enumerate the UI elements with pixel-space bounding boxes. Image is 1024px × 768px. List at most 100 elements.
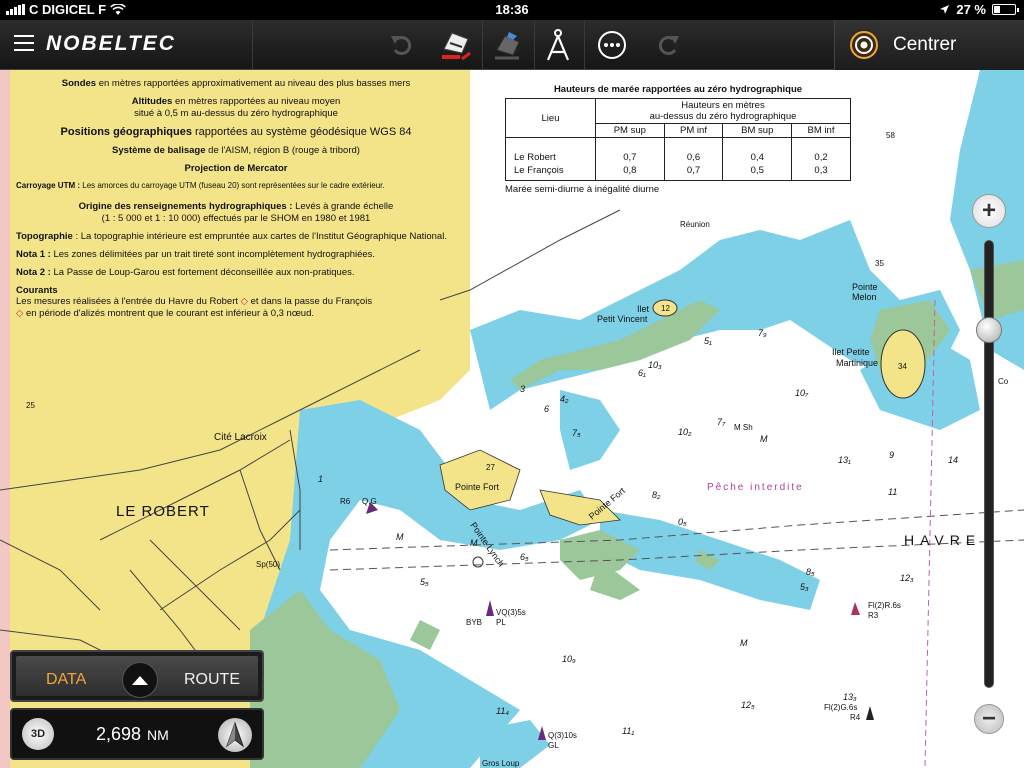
depth-sounding: 12₃ bbox=[900, 573, 914, 583]
depth-sounding: 6₅ bbox=[520, 552, 529, 562]
label-reunion: Réunion bbox=[680, 220, 710, 229]
boat-icon bbox=[495, 32, 520, 60]
minus-icon: − bbox=[981, 705, 996, 732]
zoom-in-button[interactable]: + bbox=[972, 194, 1006, 228]
label-sh: M Sh bbox=[734, 423, 753, 432]
label-cite-lacroix: Cité Lacroix bbox=[214, 432, 267, 443]
redo-button[interactable] bbox=[648, 26, 688, 64]
label-light-q3: Q(3)10s bbox=[548, 731, 577, 740]
view-3d-button[interactable]: 3D bbox=[22, 718, 54, 750]
center-button[interactable]: Centrer bbox=[834, 20, 1024, 70]
label-pl: PL bbox=[496, 618, 506, 627]
label-25: 25 bbox=[26, 401, 35, 410]
depth-sounding: 5₃ bbox=[800, 582, 809, 592]
label-sp50: Sp(50) bbox=[256, 560, 280, 569]
brand-logo: NOBELTEC bbox=[46, 32, 176, 55]
label-peche-interdite: Pêche interdite bbox=[707, 482, 804, 493]
tide-header-cell: BM inf bbox=[791, 123, 851, 138]
distance-readout: 2,698 NM bbox=[96, 724, 169, 745]
data-route-panel: DATA ROUTE bbox=[10, 650, 264, 702]
tide-header-cell: PM sup bbox=[595, 123, 665, 138]
tide-value: 0,7 bbox=[663, 164, 724, 181]
zoom-slider-thumb[interactable] bbox=[976, 316, 1002, 343]
battery-group: 27 % bbox=[939, 2, 1019, 17]
route-tab[interactable]: ROUTE bbox=[184, 671, 240, 689]
divider-tool-button[interactable] bbox=[538, 26, 578, 64]
data-tab[interactable]: DATA bbox=[46, 671, 86, 689]
label-35: 35 bbox=[875, 259, 884, 268]
tide-header-cell: BM sup bbox=[722, 123, 793, 138]
depth-sounding: 5₅ bbox=[420, 577, 429, 587]
menu-button[interactable] bbox=[14, 35, 34, 53]
expand-panel-button[interactable] bbox=[122, 662, 158, 698]
tide-value: 0,2 bbox=[791, 137, 851, 164]
tide-row: Le Robert 0,7 0,6 0,4 0,2 bbox=[505, 137, 851, 164]
tide-header-cell: PM inf bbox=[663, 123, 724, 138]
label-petit-vincent: Petit Vincent bbox=[597, 314, 648, 324]
label-light-gl: GL bbox=[548, 741, 559, 750]
depth-sounding: M bbox=[760, 434, 768, 444]
label-le-robert: LE ROBERT bbox=[116, 503, 210, 520]
tide-value: 0,7 bbox=[595, 137, 665, 164]
battery-icon bbox=[992, 4, 1019, 15]
depth-sounding: 14 bbox=[948, 455, 958, 465]
depth-sounding: 13₃ bbox=[843, 692, 857, 702]
tide-table: Hauteurs de marée rapportées au zéro hyd… bbox=[505, 84, 851, 195]
toolbar: NOBELTEC Centrer bbox=[0, 20, 1024, 70]
tide-value: 0,8 bbox=[595, 164, 665, 181]
label-pointe-fort: Pointe Fort bbox=[455, 482, 500, 492]
depth-sounding: M bbox=[470, 538, 478, 548]
boat-track-button[interactable] bbox=[436, 26, 476, 64]
zoom-slider-track[interactable] bbox=[984, 240, 994, 688]
target-icon bbox=[850, 31, 878, 59]
navigation-panel: 3D 2,698 NM bbox=[10, 708, 264, 760]
label-co: Co bbox=[998, 377, 1009, 386]
label-pointe-melon: Pointe bbox=[852, 282, 878, 292]
depth-sounding: 7₉ bbox=[758, 328, 767, 338]
distance-value: 2,698 bbox=[96, 724, 142, 744]
zoom-out-button[interactable]: − bbox=[974, 704, 1004, 734]
tide-value: 0,4 bbox=[722, 137, 793, 164]
tide-value: 0,3 bbox=[791, 164, 851, 181]
label-light-r6: R6 bbox=[340, 497, 351, 506]
label-34: 34 bbox=[898, 362, 907, 371]
depth-sounding: 8₅ bbox=[806, 567, 815, 577]
menu-icon bbox=[14, 35, 34, 51]
battery-percent: 27 % bbox=[956, 2, 986, 17]
distance-unit: NM bbox=[147, 727, 169, 743]
depth-sounding: 4₂ bbox=[560, 394, 569, 404]
label-light-r4: R4 bbox=[850, 713, 861, 722]
boat-button[interactable] bbox=[488, 26, 528, 64]
tide-place: Le François bbox=[505, 164, 596, 181]
depth-sounding: 1 bbox=[318, 474, 323, 484]
depth-sounding: M bbox=[396, 532, 404, 542]
depth-sounding: 10₂ bbox=[678, 427, 692, 437]
depth-sounding: 12₅ bbox=[741, 700, 755, 710]
depth-sounding: 6₁ bbox=[638, 368, 646, 378]
north-up-button[interactable] bbox=[218, 718, 252, 752]
depth-sounding: 6 bbox=[544, 404, 549, 414]
status-bar: C DIGICEL F 18:36 27 % bbox=[0, 0, 1024, 20]
clock: 18:36 bbox=[495, 2, 529, 17]
compass-arrow-icon bbox=[225, 722, 245, 748]
depth-sounding: 11₄ bbox=[496, 706, 509, 716]
tide-value: 0,6 bbox=[663, 137, 724, 164]
label-58: 58 bbox=[886, 131, 895, 140]
label-light-fl2r: Fl(2)R.6s bbox=[868, 601, 901, 610]
label-12: 12 bbox=[661, 304, 670, 313]
tide-note: Marée semi-diurne à inégalité diurne bbox=[505, 184, 660, 195]
label-melon: Melon bbox=[852, 292, 877, 302]
label-27: 27 bbox=[486, 463, 495, 472]
center-label: Centrer bbox=[893, 34, 957, 55]
depth-sounding: 13₁ bbox=[838, 455, 851, 465]
depth-sounding: 7₇ bbox=[717, 417, 726, 427]
undo-button[interactable] bbox=[382, 26, 422, 64]
depth-sounding: 7₅ bbox=[572, 428, 581, 438]
depth-sounding: 10₇ bbox=[795, 388, 809, 398]
label-ilet: Ilet bbox=[637, 304, 650, 314]
plus-icon: + bbox=[981, 197, 996, 224]
depth-sounding: 11 bbox=[888, 487, 897, 497]
depth-sounding: 0₅ bbox=[678, 517, 687, 527]
depth-sounding: 10₉ bbox=[562, 654, 576, 664]
more-button[interactable] bbox=[592, 26, 632, 64]
